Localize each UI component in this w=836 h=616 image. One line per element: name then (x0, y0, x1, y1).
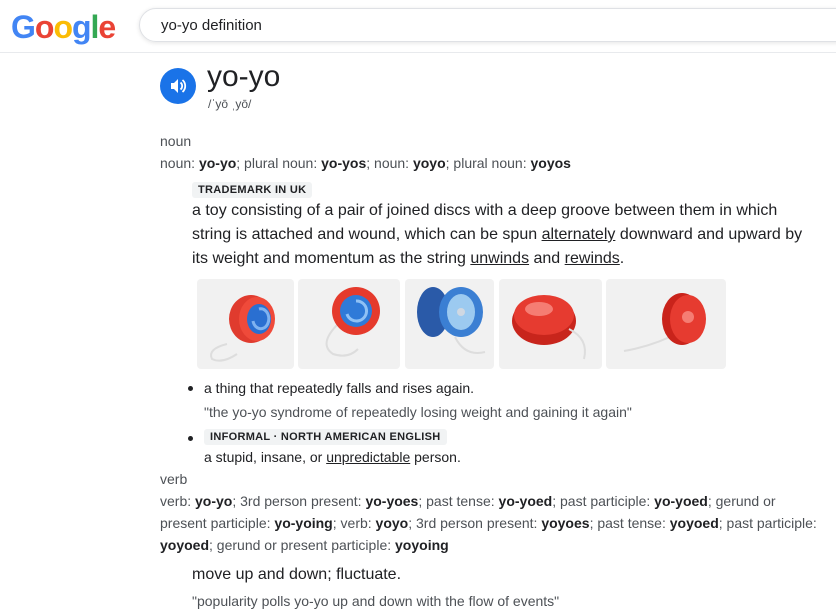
part-of-speech-noun: noun (160, 133, 192, 149)
logo-letter: g (71, 9, 92, 45)
noun-forms: noun: yo-yo; plural noun: yo-yos; noun: … (160, 155, 571, 171)
bullet (188, 436, 193, 441)
link-unwinds[interactable]: unwinds (470, 250, 529, 267)
search-input[interactable]: yo-yo definition (139, 8, 836, 42)
part-of-speech-verb: verb (160, 471, 188, 487)
speaker-icon (171, 79, 187, 93)
yoyo-image-5[interactable] (606, 279, 726, 369)
yoyo-image-2[interactable] (298, 279, 400, 369)
noun-definition: a toy consisting of a pair of joined dis… (192, 202, 803, 267)
link-alternately[interactable]: alternately (542, 226, 616, 243)
verb-forms-line-1: verb: yo-yo; 3rd person present: yo-yoes… (160, 493, 776, 509)
informal-tag: INFORMAL · NORTH AMERICAN ENGLISH (204, 429, 447, 445)
pronunciation-button[interactable] (160, 68, 196, 104)
logo-letter: o (53, 9, 73, 45)
bullet (188, 386, 193, 391)
logo-letter: e (98, 9, 116, 45)
verb-definition: move up and down; fluctuate. (192, 566, 402, 583)
verb-forms-line-3: yoyoed; gerund or present participle: yo… (160, 537, 449, 553)
google-logo[interactable]: Google (11, 9, 116, 46)
trademark-tag: TRADEMARK IN UK (192, 182, 313, 198)
verb-forms-line-2: present participle: yo-yoing; verb: yoyo… (160, 515, 817, 531)
noun-sense-2: a thing that repeatedly falls and rises … (204, 380, 475, 396)
phonetic: /ˈyō ˌyō/ (208, 97, 252, 111)
link-unpredictable[interactable]: unpredictable (326, 449, 410, 465)
logo-letter: o (34, 9, 55, 45)
yoyo-image-3[interactable] (405, 279, 494, 369)
noun-sense-2-example: "the yo-yo syndrome of repeatedly losing… (204, 404, 632, 420)
logo-letter: G (11, 9, 36, 45)
link-rewinds[interactable]: rewinds (565, 250, 620, 267)
search-query: yo-yo definition (161, 17, 262, 34)
yoyo-image-1[interactable] (197, 279, 294, 369)
headword: yo-yo (207, 60, 281, 93)
yoyo-image-4[interactable] (499, 279, 602, 369)
noun-sense-3: a stupid, insane, or unpredictable perso… (204, 449, 461, 465)
search-header: Google yo-yo definition (0, 0, 836, 53)
verb-example: "popularity polls yo-yo up and down with… (192, 593, 560, 609)
